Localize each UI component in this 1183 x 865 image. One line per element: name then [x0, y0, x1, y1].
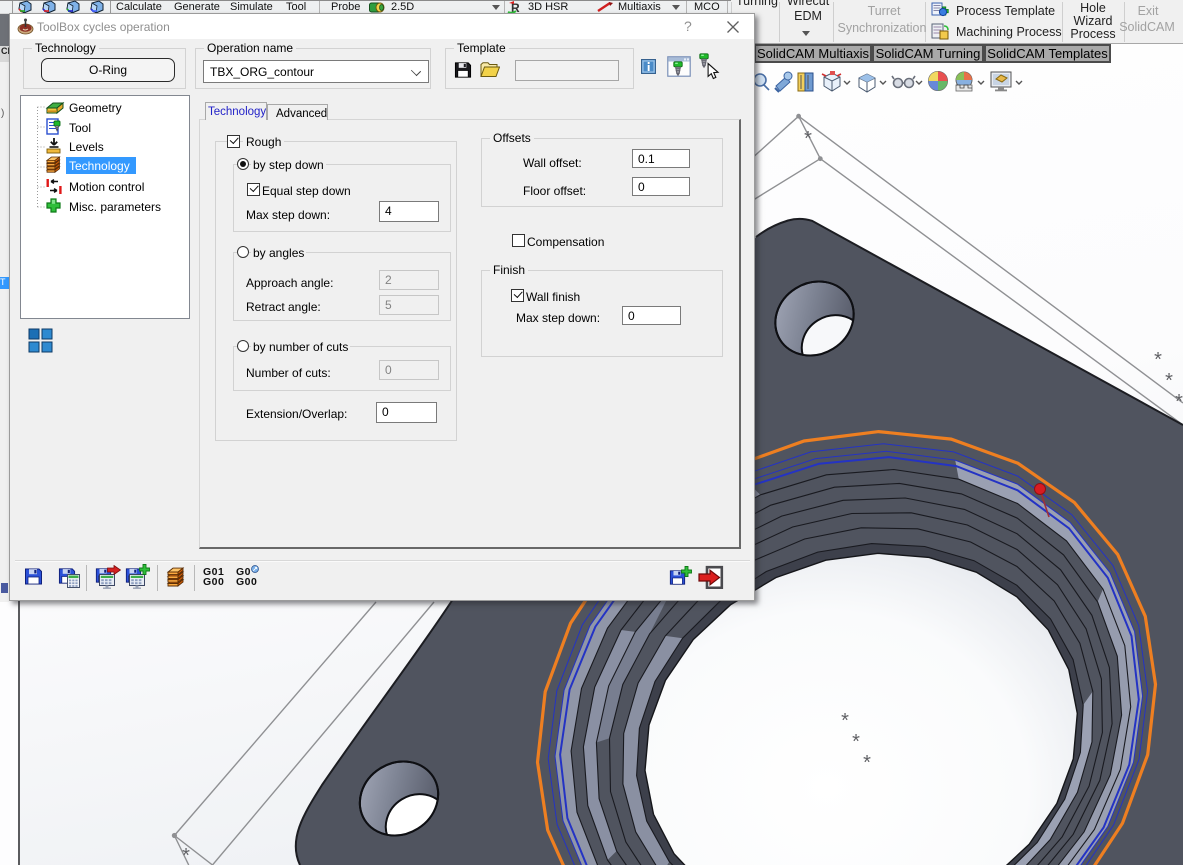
svg-text:*: * — [841, 710, 849, 732]
svg-text:*: * — [804, 128, 812, 150]
svg-text:*: * — [1154, 349, 1162, 371]
svg-text:*: * — [863, 752, 871, 774]
svg-text:*: * — [1175, 391, 1183, 413]
svg-text:*: * — [852, 731, 860, 753]
svg-text:*: * — [1165, 370, 1173, 392]
svg-text:*: * — [182, 845, 190, 865]
